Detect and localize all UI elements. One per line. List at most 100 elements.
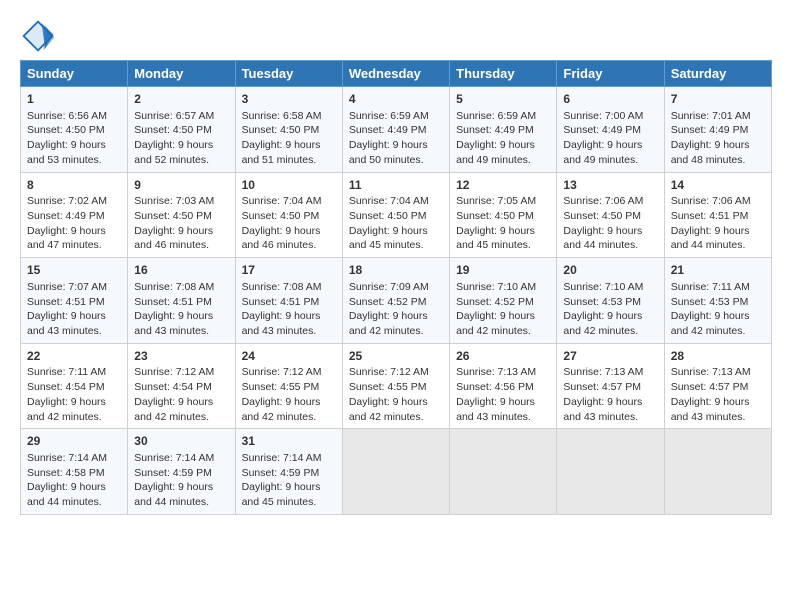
daylight-label: Daylight: 9 hours and 43 minutes.: [563, 396, 642, 423]
day-number: 8: [27, 177, 121, 194]
daylight-label: Daylight: 9 hours and 46 minutes.: [242, 225, 321, 252]
header-tuesday: Tuesday: [235, 61, 342, 87]
calendar-cell: 18 Sunrise: 7:09 AM Sunset: 4:52 PM Dayl…: [342, 258, 449, 344]
day-number: 24: [242, 348, 336, 365]
sunset-label: Sunset: 4:51 PM: [134, 296, 212, 308]
sunrise-label: Sunrise: 7:08 AM: [242, 281, 322, 293]
sunset-label: Sunset: 4:54 PM: [27, 381, 105, 393]
daylight-label: Daylight: 9 hours and 45 minutes.: [456, 225, 535, 252]
sunset-label: Sunset: 4:49 PM: [456, 124, 534, 136]
day-number: 30: [134, 433, 228, 450]
daylight-label: Daylight: 9 hours and 42 minutes.: [349, 310, 428, 337]
calendar-week-row: 22 Sunrise: 7:11 AM Sunset: 4:54 PM Dayl…: [21, 343, 772, 429]
calendar-cell: [557, 429, 664, 515]
daylight-label: Daylight: 9 hours and 49 minutes.: [456, 139, 535, 166]
day-number: 27: [563, 348, 657, 365]
day-number: 25: [349, 348, 443, 365]
daylight-label: Daylight: 9 hours and 53 minutes.: [27, 139, 106, 166]
sunset-label: Sunset: 4:50 PM: [27, 124, 105, 136]
sunset-label: Sunset: 4:59 PM: [134, 467, 212, 479]
daylight-label: Daylight: 9 hours and 42 minutes.: [349, 396, 428, 423]
sunset-label: Sunset: 4:50 PM: [456, 210, 534, 222]
sunset-label: Sunset: 4:51 PM: [242, 296, 320, 308]
daylight-label: Daylight: 9 hours and 49 minutes.: [563, 139, 642, 166]
day-number: 28: [671, 348, 765, 365]
header-friday: Friday: [557, 61, 664, 87]
calendar-cell: 23 Sunrise: 7:12 AM Sunset: 4:54 PM Dayl…: [128, 343, 235, 429]
calendar-cell: 31 Sunrise: 7:14 AM Sunset: 4:59 PM Dayl…: [235, 429, 342, 515]
day-number: 29: [27, 433, 121, 450]
daylight-label: Daylight: 9 hours and 45 minutes.: [242, 481, 321, 508]
sunrise-label: Sunrise: 7:04 AM: [242, 195, 322, 207]
calendar-cell: 29 Sunrise: 7:14 AM Sunset: 4:58 PM Dayl…: [21, 429, 128, 515]
sunrise-label: Sunrise: 7:14 AM: [242, 452, 322, 464]
day-number: 12: [456, 177, 550, 194]
sunrise-label: Sunrise: 7:12 AM: [242, 366, 322, 378]
sunrise-label: Sunrise: 7:13 AM: [671, 366, 751, 378]
sunset-label: Sunset: 4:52 PM: [349, 296, 427, 308]
day-number: 3: [242, 91, 336, 108]
sunrise-label: Sunrise: 7:06 AM: [671, 195, 751, 207]
header-thursday: Thursday: [450, 61, 557, 87]
sunrise-label: Sunrise: 7:12 AM: [349, 366, 429, 378]
sunrise-label: Sunrise: 6:59 AM: [456, 110, 536, 122]
calendar-cell: 9 Sunrise: 7:03 AM Sunset: 4:50 PM Dayli…: [128, 172, 235, 258]
calendar-cell: 26 Sunrise: 7:13 AM Sunset: 4:56 PM Dayl…: [450, 343, 557, 429]
calendar-cell: 22 Sunrise: 7:11 AM Sunset: 4:54 PM Dayl…: [21, 343, 128, 429]
calendar-cell: 6 Sunrise: 7:00 AM Sunset: 4:49 PM Dayli…: [557, 87, 664, 173]
sunrise-label: Sunrise: 7:08 AM: [134, 281, 214, 293]
sunset-label: Sunset: 4:51 PM: [27, 296, 105, 308]
daylight-label: Daylight: 9 hours and 46 minutes.: [134, 225, 213, 252]
day-number: 9: [134, 177, 228, 194]
day-number: 26: [456, 348, 550, 365]
day-number: 19: [456, 262, 550, 279]
day-number: 14: [671, 177, 765, 194]
sunset-label: Sunset: 4:55 PM: [349, 381, 427, 393]
daylight-label: Daylight: 9 hours and 42 minutes.: [671, 310, 750, 337]
sunset-label: Sunset: 4:54 PM: [134, 381, 212, 393]
calendar-cell: 4 Sunrise: 6:59 AM Sunset: 4:49 PM Dayli…: [342, 87, 449, 173]
day-number: 20: [563, 262, 657, 279]
daylight-label: Daylight: 9 hours and 44 minutes.: [563, 225, 642, 252]
sunrise-label: Sunrise: 6:56 AM: [27, 110, 107, 122]
calendar-cell: 27 Sunrise: 7:13 AM Sunset: 4:57 PM Dayl…: [557, 343, 664, 429]
calendar-cell: 11 Sunrise: 7:04 AM Sunset: 4:50 PM Dayl…: [342, 172, 449, 258]
calendar-cell: 28 Sunrise: 7:13 AM Sunset: 4:57 PM Dayl…: [664, 343, 771, 429]
calendar-cell: 10 Sunrise: 7:04 AM Sunset: 4:50 PM Dayl…: [235, 172, 342, 258]
header-wednesday: Wednesday: [342, 61, 449, 87]
daylight-label: Daylight: 9 hours and 48 minutes.: [671, 139, 750, 166]
daylight-label: Daylight: 9 hours and 45 minutes.: [349, 225, 428, 252]
logo-icon: [20, 18, 56, 54]
day-number: 7: [671, 91, 765, 108]
daylight-label: Daylight: 9 hours and 42 minutes.: [134, 396, 213, 423]
daylight-label: Daylight: 9 hours and 44 minutes.: [27, 481, 106, 508]
day-number: 6: [563, 91, 657, 108]
day-number: 11: [349, 177, 443, 194]
calendar-cell: 24 Sunrise: 7:12 AM Sunset: 4:55 PM Dayl…: [235, 343, 342, 429]
daylight-label: Daylight: 9 hours and 47 minutes.: [27, 225, 106, 252]
sunrise-label: Sunrise: 7:04 AM: [349, 195, 429, 207]
day-number: 18: [349, 262, 443, 279]
daylight-label: Daylight: 9 hours and 50 minutes.: [349, 139, 428, 166]
daylight-label: Daylight: 9 hours and 42 minutes.: [242, 396, 321, 423]
daylight-label: Daylight: 9 hours and 43 minutes.: [671, 396, 750, 423]
sunset-label: Sunset: 4:56 PM: [456, 381, 534, 393]
sunset-label: Sunset: 4:52 PM: [456, 296, 534, 308]
sunset-label: Sunset: 4:53 PM: [563, 296, 641, 308]
calendar-cell: 7 Sunrise: 7:01 AM Sunset: 4:49 PM Dayli…: [664, 87, 771, 173]
sunset-label: Sunset: 4:50 PM: [563, 210, 641, 222]
sunrise-label: Sunrise: 7:07 AM: [27, 281, 107, 293]
daylight-label: Daylight: 9 hours and 42 minutes.: [27, 396, 106, 423]
day-number: 13: [563, 177, 657, 194]
sunrise-label: Sunrise: 7:14 AM: [27, 452, 107, 464]
calendar-week-row: 29 Sunrise: 7:14 AM Sunset: 4:58 PM Dayl…: [21, 429, 772, 515]
calendar-cell: 2 Sunrise: 6:57 AM Sunset: 4:50 PM Dayli…: [128, 87, 235, 173]
calendar-cell: 30 Sunrise: 7:14 AM Sunset: 4:59 PM Dayl…: [128, 429, 235, 515]
sunrise-label: Sunrise: 6:58 AM: [242, 110, 322, 122]
day-number: 5: [456, 91, 550, 108]
daylight-label: Daylight: 9 hours and 44 minutes.: [671, 225, 750, 252]
sunrise-label: Sunrise: 7:03 AM: [134, 195, 214, 207]
sunrise-label: Sunrise: 7:11 AM: [27, 366, 106, 378]
sunrise-label: Sunrise: 7:01 AM: [671, 110, 751, 122]
sunset-label: Sunset: 4:50 PM: [134, 210, 212, 222]
